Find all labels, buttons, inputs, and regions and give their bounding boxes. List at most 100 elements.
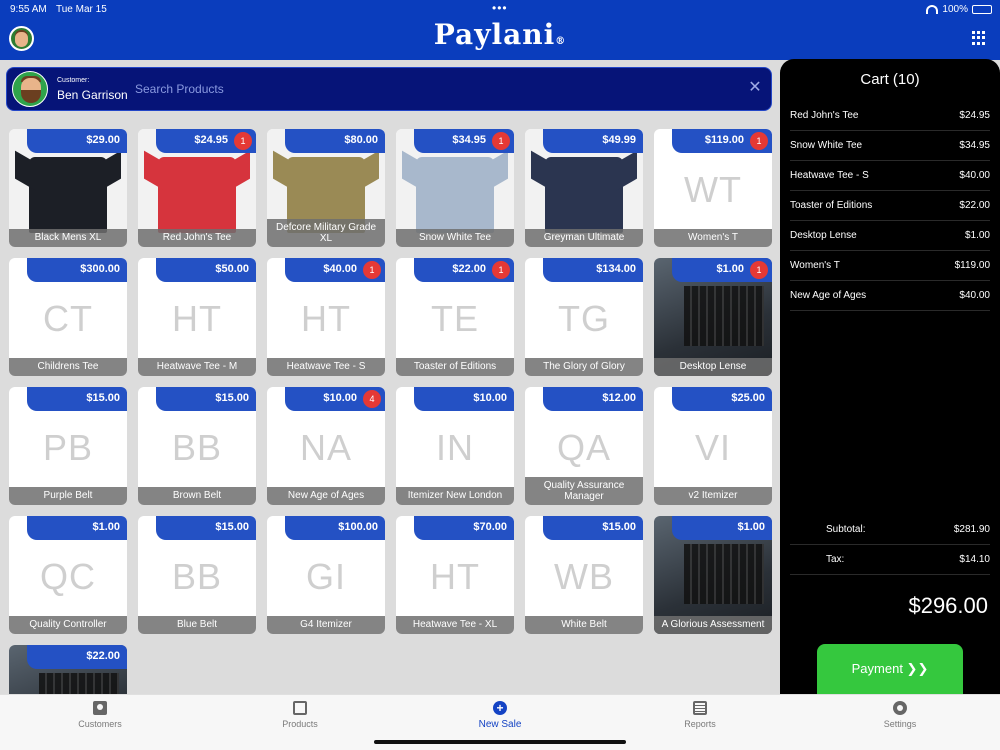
product-price: $80.00 xyxy=(285,129,385,153)
cart-item-price: $1.00 xyxy=(964,230,990,241)
grand-total: $296.00 xyxy=(908,593,988,618)
product-tile[interactable]: $1.00 1 Desktop Lense xyxy=(654,258,772,376)
status-time: 9:55 AM xyxy=(10,4,47,15)
product-price: $12.00 xyxy=(543,387,643,411)
product-initials: HT xyxy=(430,556,480,597)
product-name: Childrens Tee xyxy=(9,358,127,376)
tab-settings[interactable]: Settings xyxy=(840,701,960,729)
customer-avatar[interactable] xyxy=(12,71,48,107)
product-price: $10.00 xyxy=(414,387,514,411)
product-price: $1.00 xyxy=(27,516,127,540)
product-tile[interactable]: VI $25.00 v2 Itemizer xyxy=(654,387,772,505)
product-name: Blue Belt xyxy=(138,616,256,634)
product-name: Red John's Tee xyxy=(138,229,256,247)
product-initials: BB xyxy=(171,556,223,597)
cart-item-price: $40.00 xyxy=(959,170,990,181)
product-initials: VI xyxy=(694,427,731,468)
tab-new-sale[interactable]: + New Sale xyxy=(440,701,560,730)
cart-quantity-badge: 1 xyxy=(363,261,381,279)
product-tile[interactable]: TE $22.00 1 Toaster of Editions xyxy=(396,258,514,376)
cart-item-name: Heatwave Tee - S xyxy=(790,170,869,181)
battery-percent: 100% xyxy=(942,4,968,15)
cart-item-row[interactable]: Red John's Tee $24.95 xyxy=(790,101,990,131)
product-tile[interactable]: WT $119.00 1 Women's T xyxy=(654,129,772,247)
product-name: Quality Assurance Manager xyxy=(525,477,643,505)
cart-item-row[interactable]: Women's T $119.00 xyxy=(790,251,990,281)
product-name: Quality Controller xyxy=(9,616,127,634)
cart-quantity-badge: 1 xyxy=(750,132,768,150)
product-tile[interactable]: QC $1.00 Quality Controller xyxy=(9,516,127,634)
product-tile[interactable]: CT $300.00 Childrens Tee xyxy=(9,258,127,376)
product-tile[interactable]: HT $70.00 Heatwave Tee - XL xyxy=(396,516,514,634)
product-tile[interactable]: $24.95 1 Red John's Tee xyxy=(138,129,256,247)
cart-quantity-badge: 1 xyxy=(234,132,252,150)
cart-item-name: Red John's Tee xyxy=(790,110,859,121)
cart-item-name: Snow White Tee xyxy=(790,140,863,151)
cart-item-row[interactable]: Toaster of Editions $22.00 xyxy=(790,191,990,221)
cart-item-name: Women's T xyxy=(790,260,840,271)
tab-reports[interactable]: Reports xyxy=(640,701,760,729)
product-tile[interactable]: GI $100.00 G4 Itemizer xyxy=(267,516,385,634)
product-name: Women's T xyxy=(654,229,772,247)
product-tile[interactable]: $1.00 A Glorious Assessment xyxy=(654,516,772,634)
product-initials: HT xyxy=(301,298,351,339)
tab-reports-label: Reports xyxy=(684,719,716,729)
product-tile[interactable]: PB $15.00 Purple Belt xyxy=(9,387,127,505)
tab-customers[interactable]: Customers xyxy=(40,701,160,729)
paylani-logo: Paylani® xyxy=(433,18,567,51)
clear-icon[interactable]: ✕ xyxy=(747,80,763,96)
product-initials: GI xyxy=(305,556,346,597)
product-tile[interactable]: QA $12.00 Quality Assurance Manager xyxy=(525,387,643,505)
product-tile[interactable]: HT $40.00 1 Heatwave Tee - S xyxy=(267,258,385,376)
cart-item-name: Desktop Lense xyxy=(790,230,857,241)
product-price: $15.00 xyxy=(543,516,643,540)
product-price: $15.00 xyxy=(156,516,256,540)
product-price: $22.00 xyxy=(27,645,127,669)
cart-item-row[interactable]: Heatwave Tee - S $40.00 xyxy=(790,161,990,191)
product-tile[interactable]: $34.95 1 Snow White Tee xyxy=(396,129,514,247)
product-tile[interactable]: BB $15.00 Brown Belt xyxy=(138,387,256,505)
wifi-icon xyxy=(926,5,939,14)
product-tile[interactable]: TG $134.00 The Glory of Glory xyxy=(525,258,643,376)
product-tile[interactable]: $22.00 xyxy=(9,645,127,694)
product-initials: CT xyxy=(43,298,93,339)
product-initials: WT xyxy=(684,169,742,210)
product-initials: PB xyxy=(42,427,94,468)
product-tile[interactable]: $29.00 Black Mens XL xyxy=(9,129,127,247)
cart-item-row[interactable]: New Age of Ages $40.00 xyxy=(790,281,990,311)
product-tile[interactable]: $49.99 Greyman Ultimate xyxy=(525,129,643,247)
product-name: The Glory of Glory xyxy=(525,358,643,376)
product-initials: BB xyxy=(171,427,223,468)
product-price: $15.00 xyxy=(156,387,256,411)
payment-button[interactable]: Payment ❯❯ xyxy=(817,644,963,696)
cart-quantity-badge: 1 xyxy=(750,261,768,279)
product-tile[interactable]: WB $15.00 White Belt xyxy=(525,516,643,634)
multitask-dots-icon[interactable]: ••• xyxy=(492,1,508,15)
customer-name[interactable]: Ben Garrison xyxy=(57,88,128,102)
product-tile[interactable]: IN $10.00 Itemizer New London xyxy=(396,387,514,505)
status-indicators: 100% xyxy=(926,4,992,15)
product-price: $1.00 xyxy=(672,516,772,540)
tab-products[interactable]: Products xyxy=(240,701,360,729)
cart-item-row[interactable]: Desktop Lense $1.00 xyxy=(790,221,990,251)
subtotal-row: Subtotal: $281.90 xyxy=(790,515,990,545)
product-name: White Belt xyxy=(525,616,643,634)
product-initials: TE xyxy=(430,298,479,339)
cart-item-row[interactable]: Snow White Tee $34.95 xyxy=(790,131,990,161)
product-initials: TG xyxy=(558,298,610,339)
product-tile[interactable]: $80.00 Defcore Military Grade XL xyxy=(267,129,385,247)
product-name: New Age of Ages xyxy=(267,487,385,505)
product-price: $50.00 xyxy=(156,258,256,282)
product-tile[interactable]: HT $50.00 Heatwave Tee - M xyxy=(138,258,256,376)
product-tile[interactable]: BB $15.00 Blue Belt xyxy=(138,516,256,634)
product-initials: NA xyxy=(299,427,352,468)
product-tile[interactable]: NA $10.00 4 New Age of Ages xyxy=(267,387,385,505)
customer-search-bar: Customer: Ben Garrison ✕ xyxy=(6,67,772,111)
product-price: $134.00 xyxy=(543,258,643,282)
product-name: Greyman Ultimate xyxy=(525,229,643,247)
search-input[interactable] xyxy=(135,78,735,100)
product-name: Defcore Military Grade XL xyxy=(267,219,385,247)
keypad-icon[interactable] xyxy=(972,31,986,45)
cart-item-price: $34.95 xyxy=(959,140,990,151)
cart-item-price: $119.00 xyxy=(954,260,990,271)
